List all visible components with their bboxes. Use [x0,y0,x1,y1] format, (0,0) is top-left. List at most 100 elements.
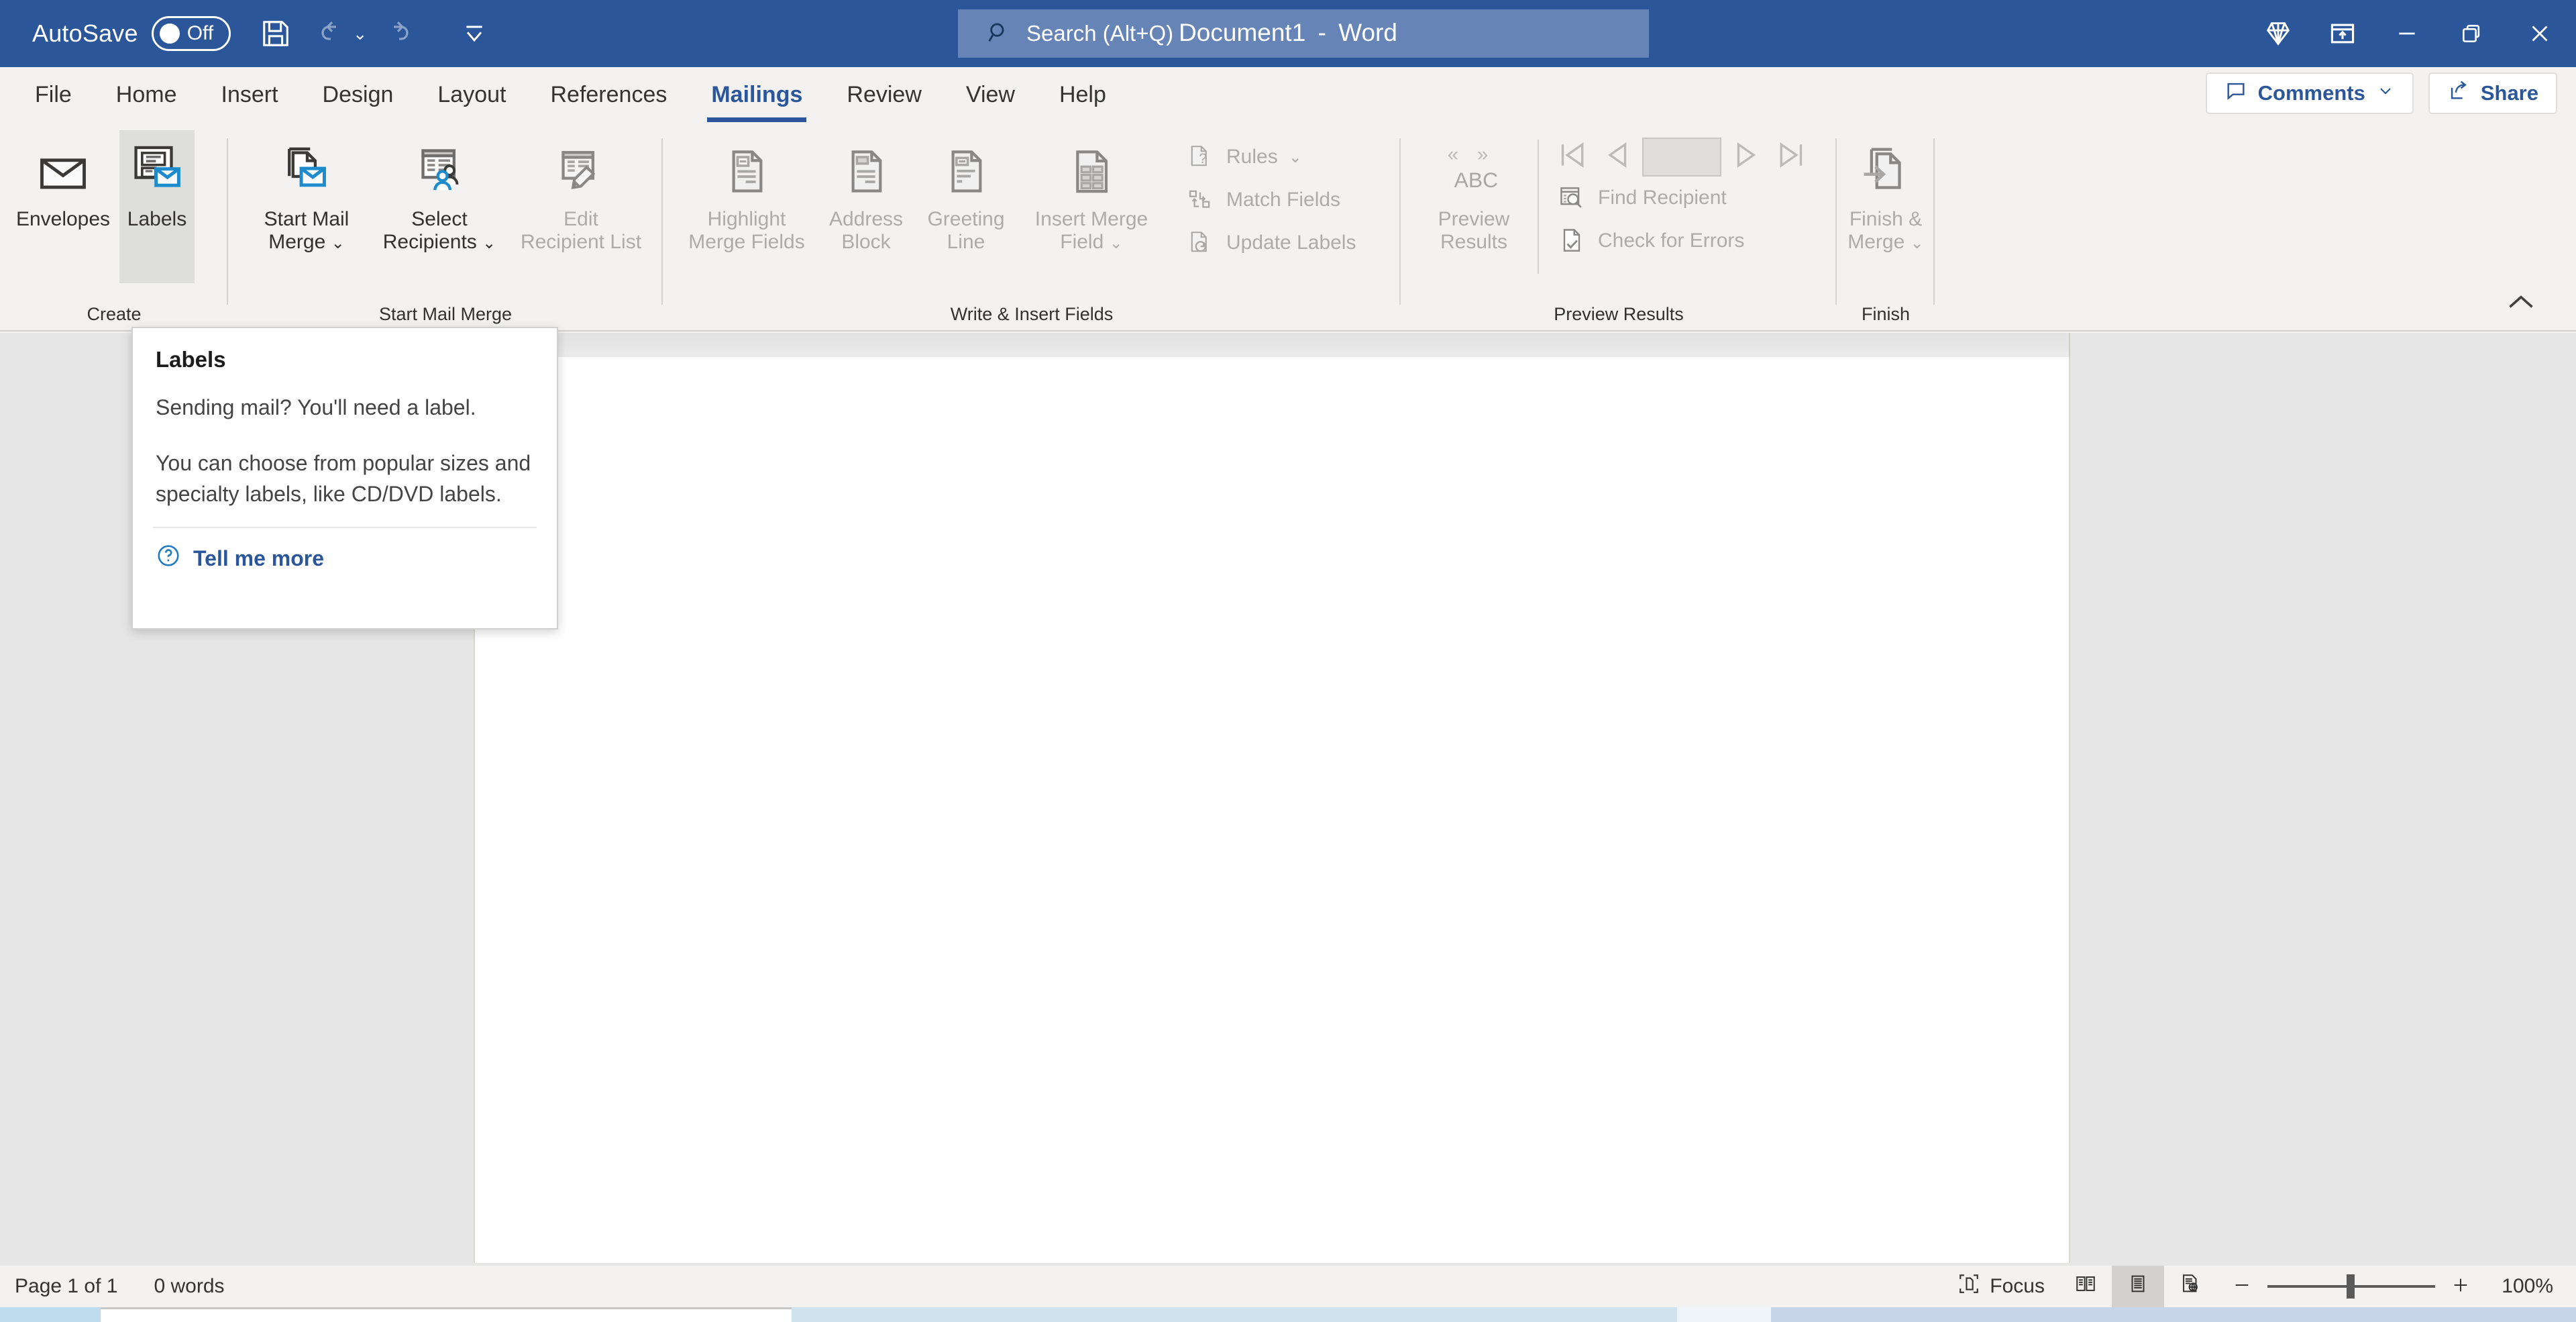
tab-label: Layout [437,81,506,107]
chevron-down-icon[interactable]: ⌄ [482,234,496,252]
restore-icon[interactable] [2439,0,2504,67]
zoom-slider-track[interactable] [2267,1274,2435,1299]
close-icon[interactable] [2504,0,2576,67]
tab-design[interactable]: Design [303,67,414,122]
word-count[interactable]: 0 words [154,1275,224,1298]
tooltip-paragraph-1: Sending mail? You'll need a label. [156,395,476,419]
autosave-label: AutoSave [32,19,138,47]
tooltip-title: Labels [156,347,226,372]
tab-file[interactable]: File [15,67,92,122]
tab-help[interactable]: Help [1039,67,1126,122]
preview-results-abc-icon: « » ABC [1441,137,1507,201]
select-recipients-button[interactable]: Select Recipients ⌄ [370,130,508,253]
tell-me-more-link[interactable]: Tell me more [133,528,557,574]
finish-and-merge-label-line2: Merge [1847,230,1905,253]
page-info[interactable]: Page 1 of 1 [15,1275,117,1298]
preview-results-inner-divider [1538,140,1539,274]
tab-label: Review [847,81,922,107]
zoom-slider-thumb[interactable] [2347,1274,2355,1299]
tab-review[interactable]: Review [826,67,941,122]
address-block-label-line2: Block [841,230,891,253]
tab-references[interactable]: References [530,67,687,122]
insert-merge-field-button: Insert Merge Field ⌄ [1016,130,1167,253]
taskbar-segment [792,1307,1677,1322]
preview-results-button: « » ABC Preview Results [1417,130,1531,253]
envelopes-button[interactable]: Envelopes [7,130,119,231]
group-label-write-insert-fields: Write & Insert Fields [950,304,1114,324]
document-page[interactable] [474,357,2070,1263]
check-for-errors-label: Check for Errors [1598,230,1745,252]
chevron-down-icon[interactable]: ⌄ [331,234,345,252]
ribbon-display-options-icon[interactable] [2310,0,2375,67]
zoom-out-minus-icon[interactable] [2231,1274,2253,1299]
search-input[interactable]: Search (Alt+Q) [958,9,1649,58]
zoom-level[interactable]: 100% [2486,1275,2557,1298]
comment-icon [2224,79,2247,107]
tab-insert[interactable]: Insert [201,67,299,122]
read-mode-button[interactable] [2059,1266,2112,1307]
svg-text:«: « [1448,144,1458,166]
match-fields-button: Match Fields [1182,179,1356,221]
comments-label: Comments [2257,81,2365,105]
zoom-slider[interactable] [2216,1274,2486,1299]
chevron-down-icon: ⌄ [1109,234,1123,252]
labels-tooltip-popup: Labels Sending mail? You'll need a label… [131,327,558,629]
group-label-preview-results: Preview Results [1554,304,1684,324]
tab-bar-right-actions: Comments Share [2205,72,2557,114]
start-mail-merge-button[interactable]: Start Mail Merge ⌄ [243,130,370,253]
greeting-line-label-line2: Line [947,230,985,253]
labels-button[interactable]: Labels [119,130,195,283]
web-layout-button[interactable] [2164,1266,2216,1307]
desktop-taskbar-edge [0,1307,2576,1322]
chevron-down-icon[interactable] [2376,81,2395,105]
status-bar-left: Page 1 of 1 0 words [0,1275,225,1298]
comments-button[interactable]: Comments [2205,72,2414,114]
greeting-line-button: Greeting Line [916,130,1016,253]
collapse-ribbon-chevron-up-icon[interactable] [2506,292,2536,318]
tab-mailings[interactable]: Mailings [691,67,822,122]
start-mail-merge-icon [278,137,335,201]
preview-results-label-line1: Preview [1438,208,1510,230]
finish-and-merge-button: Finish & Merge ⌄ [1843,130,1928,253]
tab-label: Design [322,81,394,107]
address-block-label-line1: Address [828,208,904,230]
tab-label: View [965,81,1015,107]
status-bar: Page 1 of 1 0 words Focus 100% [0,1266,2576,1307]
search-placeholder-text: Search (Alt+Q) [1026,21,1174,46]
save-icon[interactable] [247,9,305,58]
tab-layout[interactable]: Layout [417,67,526,122]
customize-quick-access-toolbar-icon[interactable] [445,9,503,58]
focus-mode-button[interactable]: Focus [1943,1266,2059,1307]
zoom-in-plus-icon[interactable] [2450,1274,2471,1299]
undo-dropdown-chevron-down-icon[interactable]: ⌄ [353,23,368,44]
rules-label: Rules [1226,146,1278,168]
ribbon-group-preview-results: « » ABC Preview Results Find Recipient C… [1401,122,1837,332]
tab-view[interactable]: View [946,67,1035,122]
svg-text:»: » [1477,144,1488,166]
labels-label: Labels [127,208,187,230]
office-diamond-icon[interactable] [2246,0,2310,67]
print-layout-button[interactable] [2112,1266,2164,1307]
tab-home[interactable]: Home [96,67,197,122]
share-label: Share [2480,81,2538,105]
group-label-finish: Finish [1861,304,1911,324]
group-label-start-mail-merge: Start Mail Merge [378,304,513,324]
highlight-merge-fields-label-line1: Highlight [707,208,786,230]
tab-label: Home [115,81,177,107]
edit-recipient-list-label-line1: Edit [564,208,598,230]
start-mail-merge-label-line2: Merge [268,230,326,253]
autosave-toggle[interactable]: Off [151,16,231,51]
taskbar-segment [1771,1307,2576,1322]
check-for-errors-icon [1556,226,1587,256]
share-button[interactable]: Share [2428,72,2557,114]
rules-icon: ? [1185,143,1216,171]
svg-text:ABC: ABC [1454,168,1498,192]
ribbon: Envelopes Labels Create Start Mail Merge… [0,122,2576,332]
chevron-down-icon: ⌄ [1288,148,1302,166]
title-bar: AutoSave Off ⌄ Document1 - Word Search (… [0,0,2576,67]
check-for-errors-button: Check for Errors [1554,219,1810,262]
svg-text:?: ? [1199,151,1207,166]
redo-icon[interactable] [368,9,425,58]
edit-recipient-list-icon [552,137,610,201]
minimize-icon[interactable] [2375,0,2439,67]
